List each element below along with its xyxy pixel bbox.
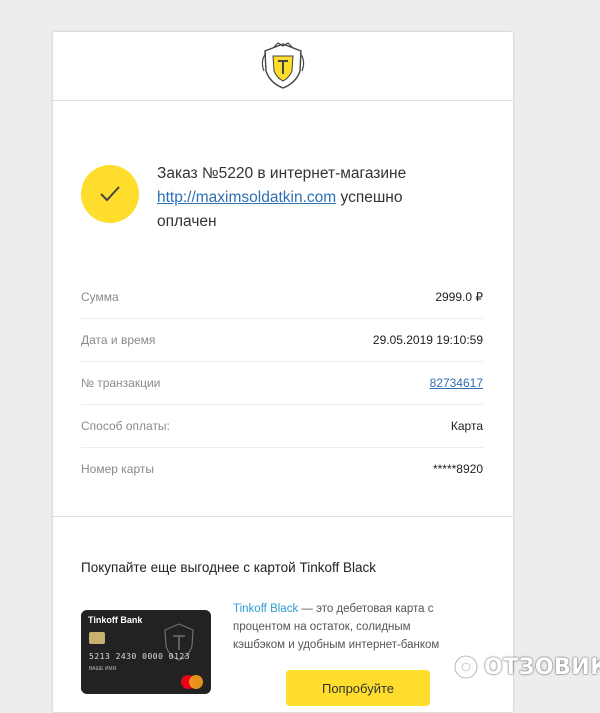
detail-label: Способ оплаты:	[81, 419, 170, 433]
receipt-card: Заказ №5220 в интернет-магазине http://m…	[52, 31, 514, 713]
try-button[interactable]: Попробуйте	[286, 670, 430, 706]
shop-link[interactable]: http://maximsoldatkin.com	[157, 189, 336, 206]
detail-label: Сумма	[81, 290, 119, 304]
detail-value: 2999.0 ₽	[435, 290, 483, 304]
section-divider	[53, 516, 513, 517]
detail-row-transaction: № транзакции 82734617	[81, 362, 483, 405]
status-line-1: Заказ №5220 в интернет-магазине	[157, 165, 407, 182]
card-chip-icon	[89, 632, 105, 644]
watermark-text: ОТЗОВИК	[484, 654, 600, 680]
promo-brand-link[interactable]: Tinkoff Black	[233, 603, 298, 615]
payment-details: Сумма 2999.0 ₽ Дата и время 29.05.2019 1…	[81, 276, 483, 490]
status-line-2: http://maximsoldatkin.com успешно	[157, 186, 406, 210]
mastercard-logo	[181, 675, 203, 689]
detail-row-datetime: Дата и время 29.05.2019 19:10:59	[81, 319, 483, 362]
detail-label: № транзакции	[81, 376, 161, 390]
transaction-link[interactable]: 82734617	[430, 376, 483, 390]
tinkoff-card-image: Tinkoff Bank 5213 2430 0000 0123 ВАШЕ ИМ…	[81, 610, 211, 694]
promo-description: Tinkoff Black — это дебетовая карта с пр…	[233, 600, 463, 654]
detail-label: Номер карты	[81, 462, 154, 476]
tinkoff-crest-icon	[261, 42, 305, 89]
detail-row-card-number: Номер карты *****8920	[81, 448, 483, 490]
promo-title: Покупайте еще выгоднее с картой Tinkoff …	[81, 560, 376, 575]
success-badge	[81, 165, 139, 223]
otzovik-logo-icon	[453, 654, 479, 680]
status-message: Заказ №5220 в интернет-магазине http://m…	[157, 162, 406, 234]
payment-status: Заказ №5220 в интернет-магазине http://m…	[81, 162, 501, 234]
card-holder: ВАШЕ ИМЯ	[89, 666, 117, 672]
card-number: 5213 2430 0000 0123	[89, 652, 191, 661]
detail-value: 29.05.2019 19:10:59	[372, 333, 483, 347]
detail-row-amount: Сумма 2999.0 ₽	[81, 276, 483, 319]
status-line-3: оплачен	[157, 213, 217, 230]
checkmark-icon	[100, 186, 120, 202]
status-line-2-suffix: успешно	[336, 189, 403, 206]
detail-label: Дата и время	[81, 333, 156, 347]
receipt-header	[53, 32, 513, 101]
detail-value: Карта	[450, 419, 483, 433]
detail-row-payment-method: Способ оплаты: Карта	[81, 405, 483, 448]
otzovik-watermark: ОТЗОВИК	[452, 651, 600, 683]
detail-value: *****8920	[432, 462, 483, 476]
card-bank-name: Tinkoff Bank	[88, 615, 143, 625]
